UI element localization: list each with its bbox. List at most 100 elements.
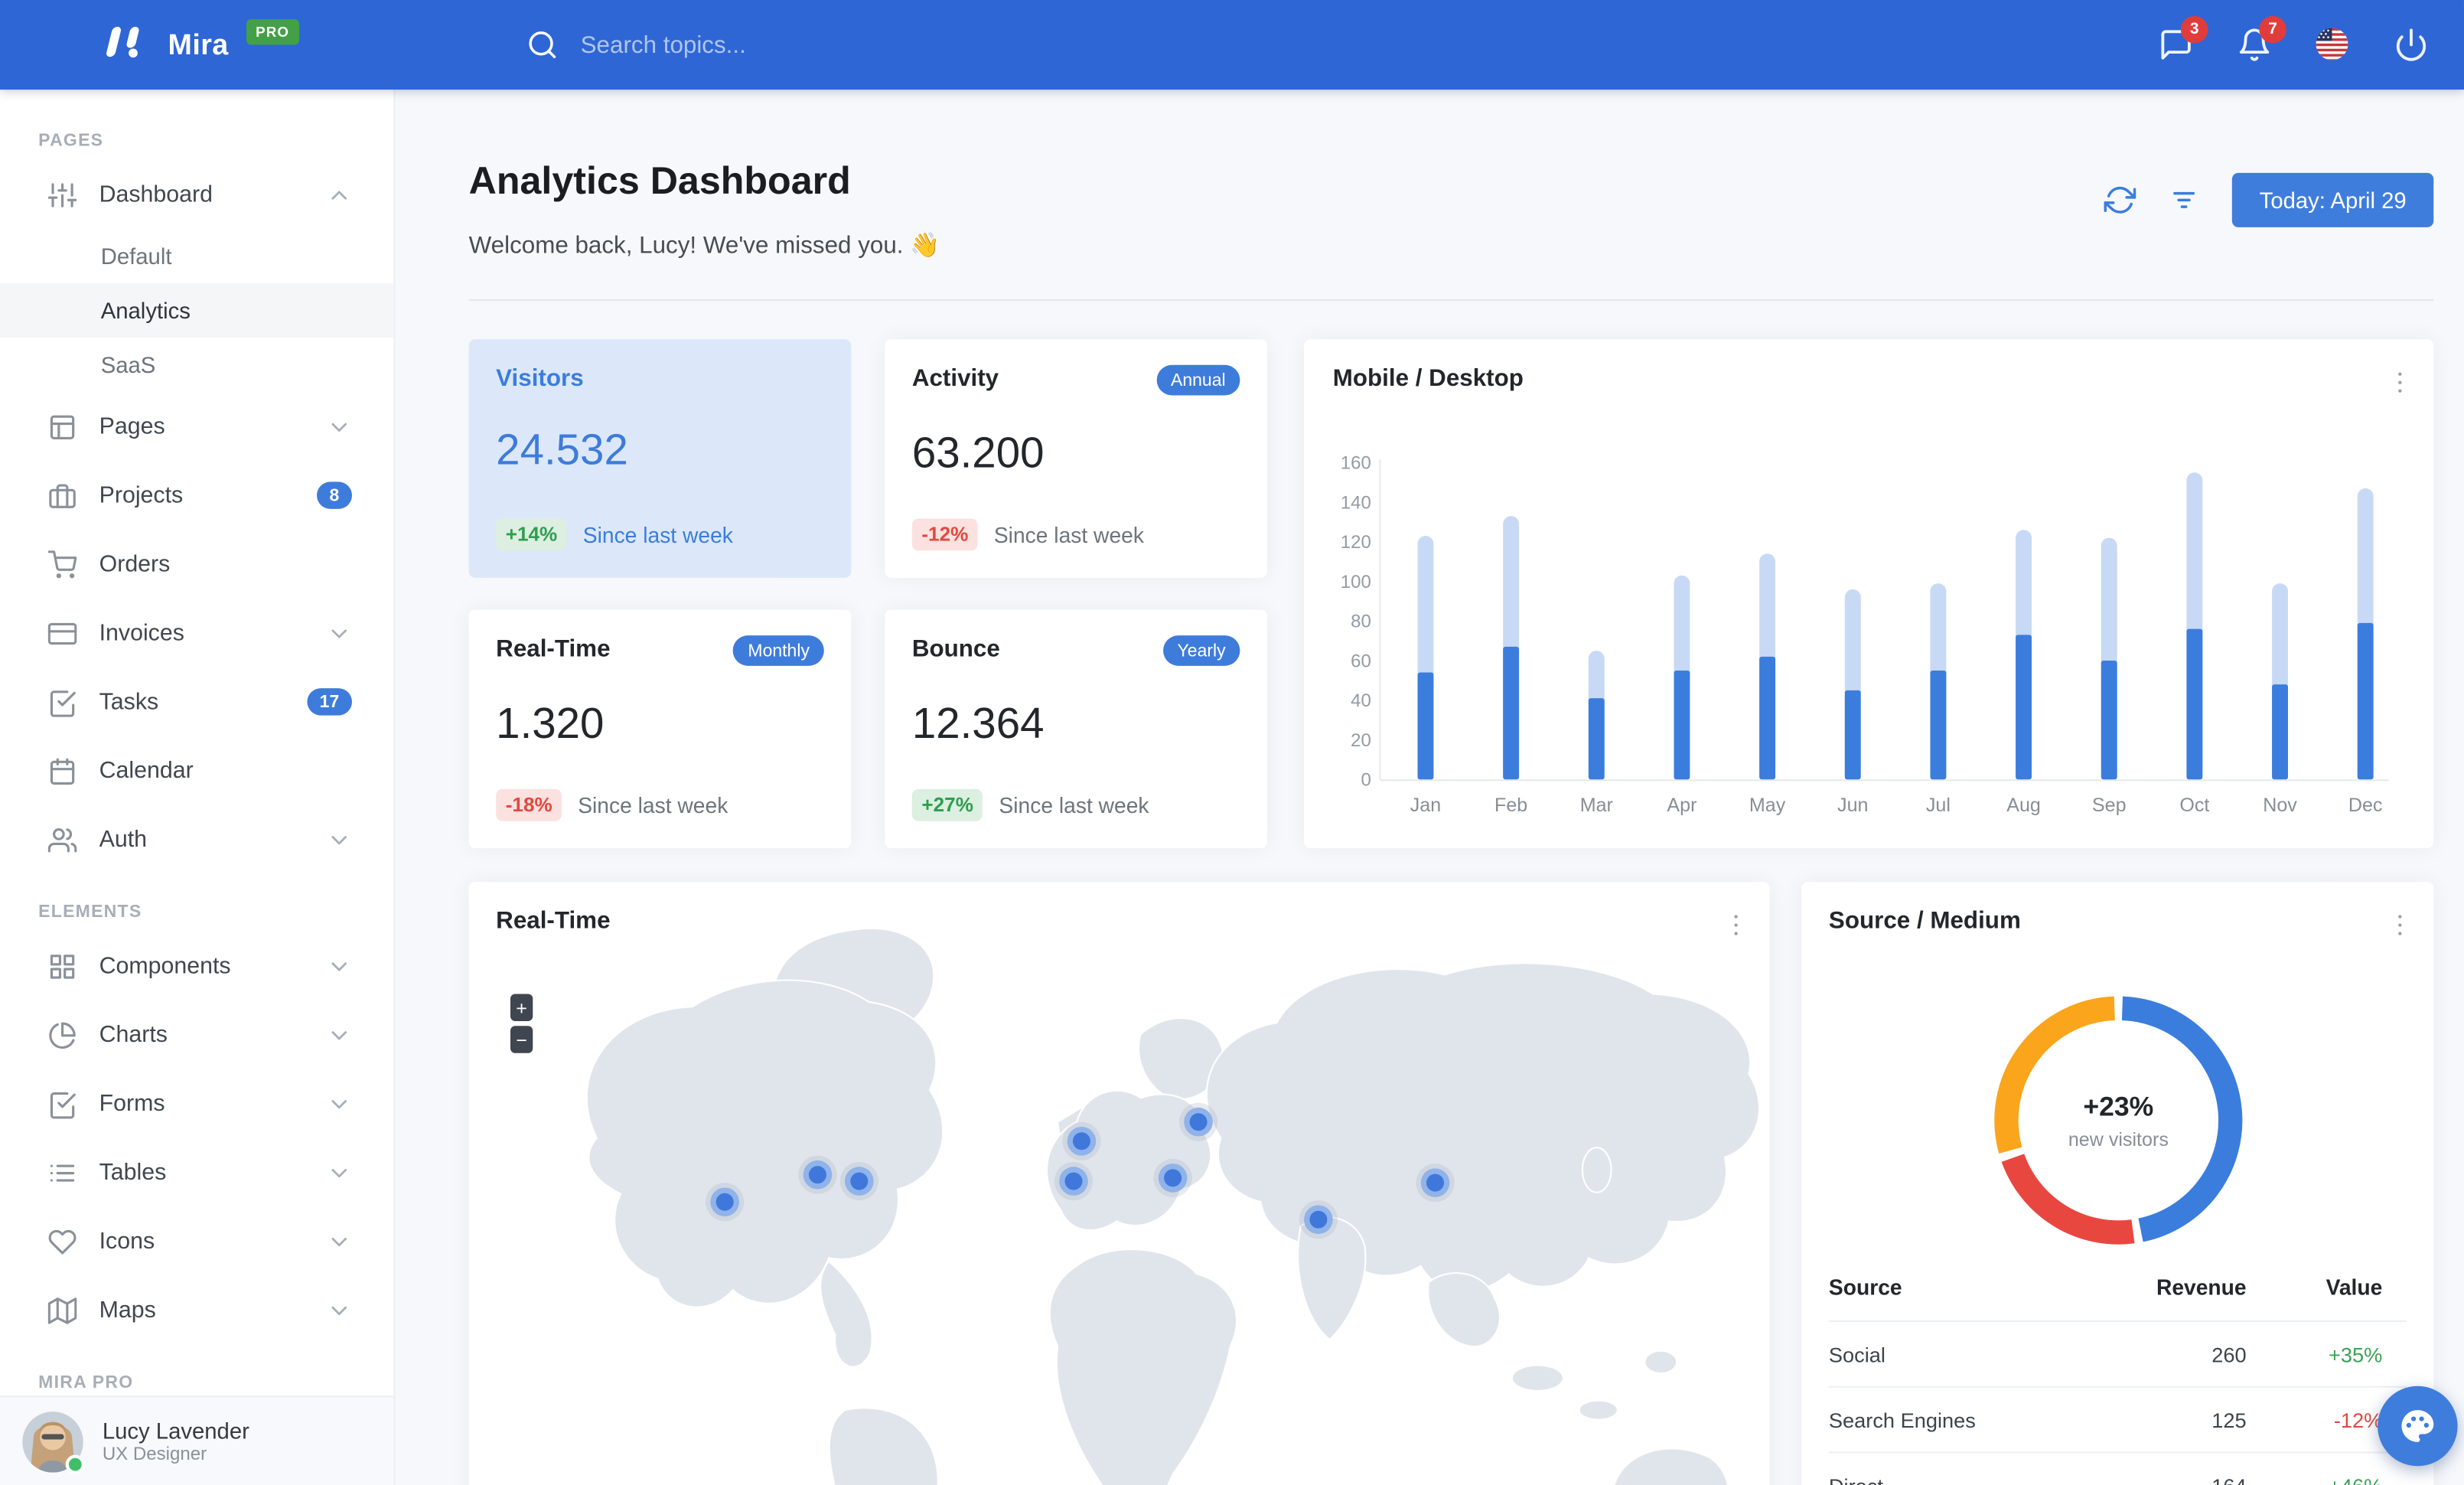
stat-title: Real-Time [496,635,611,663]
sidebar-section-title-mira-pro: MIRA PRO [38,1372,134,1393]
messages-button[interactable]: 3 [2159,15,2208,63]
stat-value: 24.532 [496,426,628,474]
page-title: Analytics Dashboard [468,160,851,204]
palette-icon [2401,1410,2434,1442]
kebab-icon [2386,368,2415,397]
map-marker[interactable] [1309,1210,1328,1229]
chevron-down-icon [327,827,352,852]
stat-title: Visitors [496,364,584,393]
map-marker[interactable] [715,1193,734,1211]
messages-badge: 3 [2180,15,2208,44]
search-icon [526,29,559,61]
grid-icon [48,951,77,981]
sidebar-item-invoices[interactable]: Invoices [0,599,393,667]
sidebar-item-charts[interactable]: Charts [0,1000,393,1069]
cart-icon [47,550,77,579]
stat-delta-badge: -12% [911,518,978,551]
notifications-button[interactable]: 7 [2237,15,2286,63]
source-table: Source Revenue Value Social 260 +35% Search En… [1828,1255,2407,1485]
sidebar: PAGES Dashboard Default Analytics SaaS Pages P… [0,90,396,1485]
sidebar-item-forms[interactable]: Forms [0,1069,393,1138]
stat-title: Bounce [911,635,1000,663]
svg-text:Oct: Oct [2179,795,2209,816]
sidebar-item-icons[interactable]: Icons [0,1207,393,1276]
search-input[interactable] [580,31,1029,59]
donut-card-title: Source / Medium [1828,907,2021,935]
users-icon [47,825,77,854]
stat-card-bounce: Bounce Yearly 12.364 +27% Since last week [885,609,1267,849]
realtime-map-card: Real-Time + − [468,882,1770,1485]
credit-card-icon [47,618,77,648]
map-marker[interactable] [808,1166,826,1184]
sidebar-subitem-analytics[interactable]: Analytics [0,283,394,338]
header-divider [468,299,2434,302]
donut-card-menu-button[interactable] [2386,911,2415,940]
header-actions: Today: April 29 [2104,172,2434,227]
sidebar-item-orders[interactable]: Orders [0,530,393,599]
stat-card-activity: Activity Annual 63.200 -12% Since last week [885,339,1267,578]
map-marker[interactable] [1064,1172,1083,1190]
filter-button[interactable] [2168,184,2200,216]
map-marker[interactable] [850,1172,869,1190]
theme-settings-fab[interactable] [2378,1385,2458,1467]
map-marker[interactable] [1189,1113,1208,1131]
source-table-row-search-engines: Search Engines 125 -12% [1828,1385,2407,1452]
sidebar-item-pages[interactable]: Pages [0,392,393,461]
svg-text:Dec: Dec [2348,795,2383,816]
logout-button[interactable] [2394,28,2429,63]
layout-icon [48,412,77,441]
sidebar-user[interactable]: Lucy Lavender UX Designer [0,1395,394,1485]
sidebar-item-tables[interactable]: Tables [0,1138,393,1207]
date-range-button[interactable]: Today: April 29 [2232,172,2434,227]
chevron-down-icon [327,953,352,978]
svg-text:Jan: Jan [1410,795,1441,816]
filter-icon [2168,184,2200,216]
svg-text:May: May [1749,795,1786,816]
sidebar-item-components[interactable]: Components [0,932,393,1000]
map-zoom-controls: + − [510,994,533,1053]
sliders-icon [47,180,77,209]
sidebar-subitem-saas[interactable]: SaaS [0,338,393,392]
heart-icon [48,1227,77,1256]
brand[interactable]: Mira PRO [0,19,299,69]
sidebar-badge: 17 [306,688,352,716]
sidebar-item-maps[interactable]: Maps [0,1275,393,1344]
map-marker[interactable] [1072,1132,1090,1150]
stat-period-pill[interactable]: Yearly [1162,635,1240,666]
map-marker[interactable] [1426,1173,1445,1192]
stat-value: 12.364 [911,699,1045,748]
chart-card-menu-button[interactable] [2386,368,2415,397]
map-zoom-in-button[interactable]: + [510,994,533,1021]
stat-period-pill[interactable]: Monthly [733,635,824,666]
power-icon [2394,28,2429,63]
sidebar-subitem-default[interactable]: Default [0,229,393,283]
sidebar-section-title-pages: PAGES [38,131,104,151]
source-table-row-direct: Direct164+46% [1828,1451,2407,1485]
map-icon [47,1296,77,1325]
mira-logo-icon [106,27,139,58]
map-zoom-out-button[interactable]: − [510,1026,533,1053]
sidebar-item-calendar[interactable]: Calendar [0,736,393,805]
chevron-down-icon [327,413,352,439]
user-role: UX Designer [102,1445,207,1465]
chevron-down-icon [327,1022,352,1047]
chevron-down-icon [327,1297,352,1323]
user-name: Lucy Lavender [102,1418,249,1444]
kebab-icon [2386,911,2415,940]
svg-text:140: 140 [1341,492,1371,513]
stat-period-pill[interactable]: Annual [1156,364,1240,396]
chevron-down-icon [327,620,352,645]
language-button[interactable] [2316,28,2351,63]
world-map[interactable] [469,882,1770,1485]
map-marker[interactable] [1164,1169,1182,1187]
svg-text:Sep: Sep [2092,795,2127,816]
sidebar-item-tasks[interactable]: Tasks 17 [0,667,393,736]
refresh-button[interactable] [2104,184,2136,216]
svg-text:0: 0 [1361,770,1371,791]
mobile-desktop-card: Mobile / Desktop 0 20 40 60 80 100 120 140 160 Ja… [1304,339,2434,849]
svg-text:40: 40 [1351,690,1371,711]
sidebar-item-dashboard[interactable]: Dashboard [0,160,393,229]
sidebar-item-projects[interactable]: Projects 8 [0,461,393,530]
stat-delta-badge: +14% [496,518,567,551]
sidebar-item-auth[interactable]: Auth [0,805,393,874]
